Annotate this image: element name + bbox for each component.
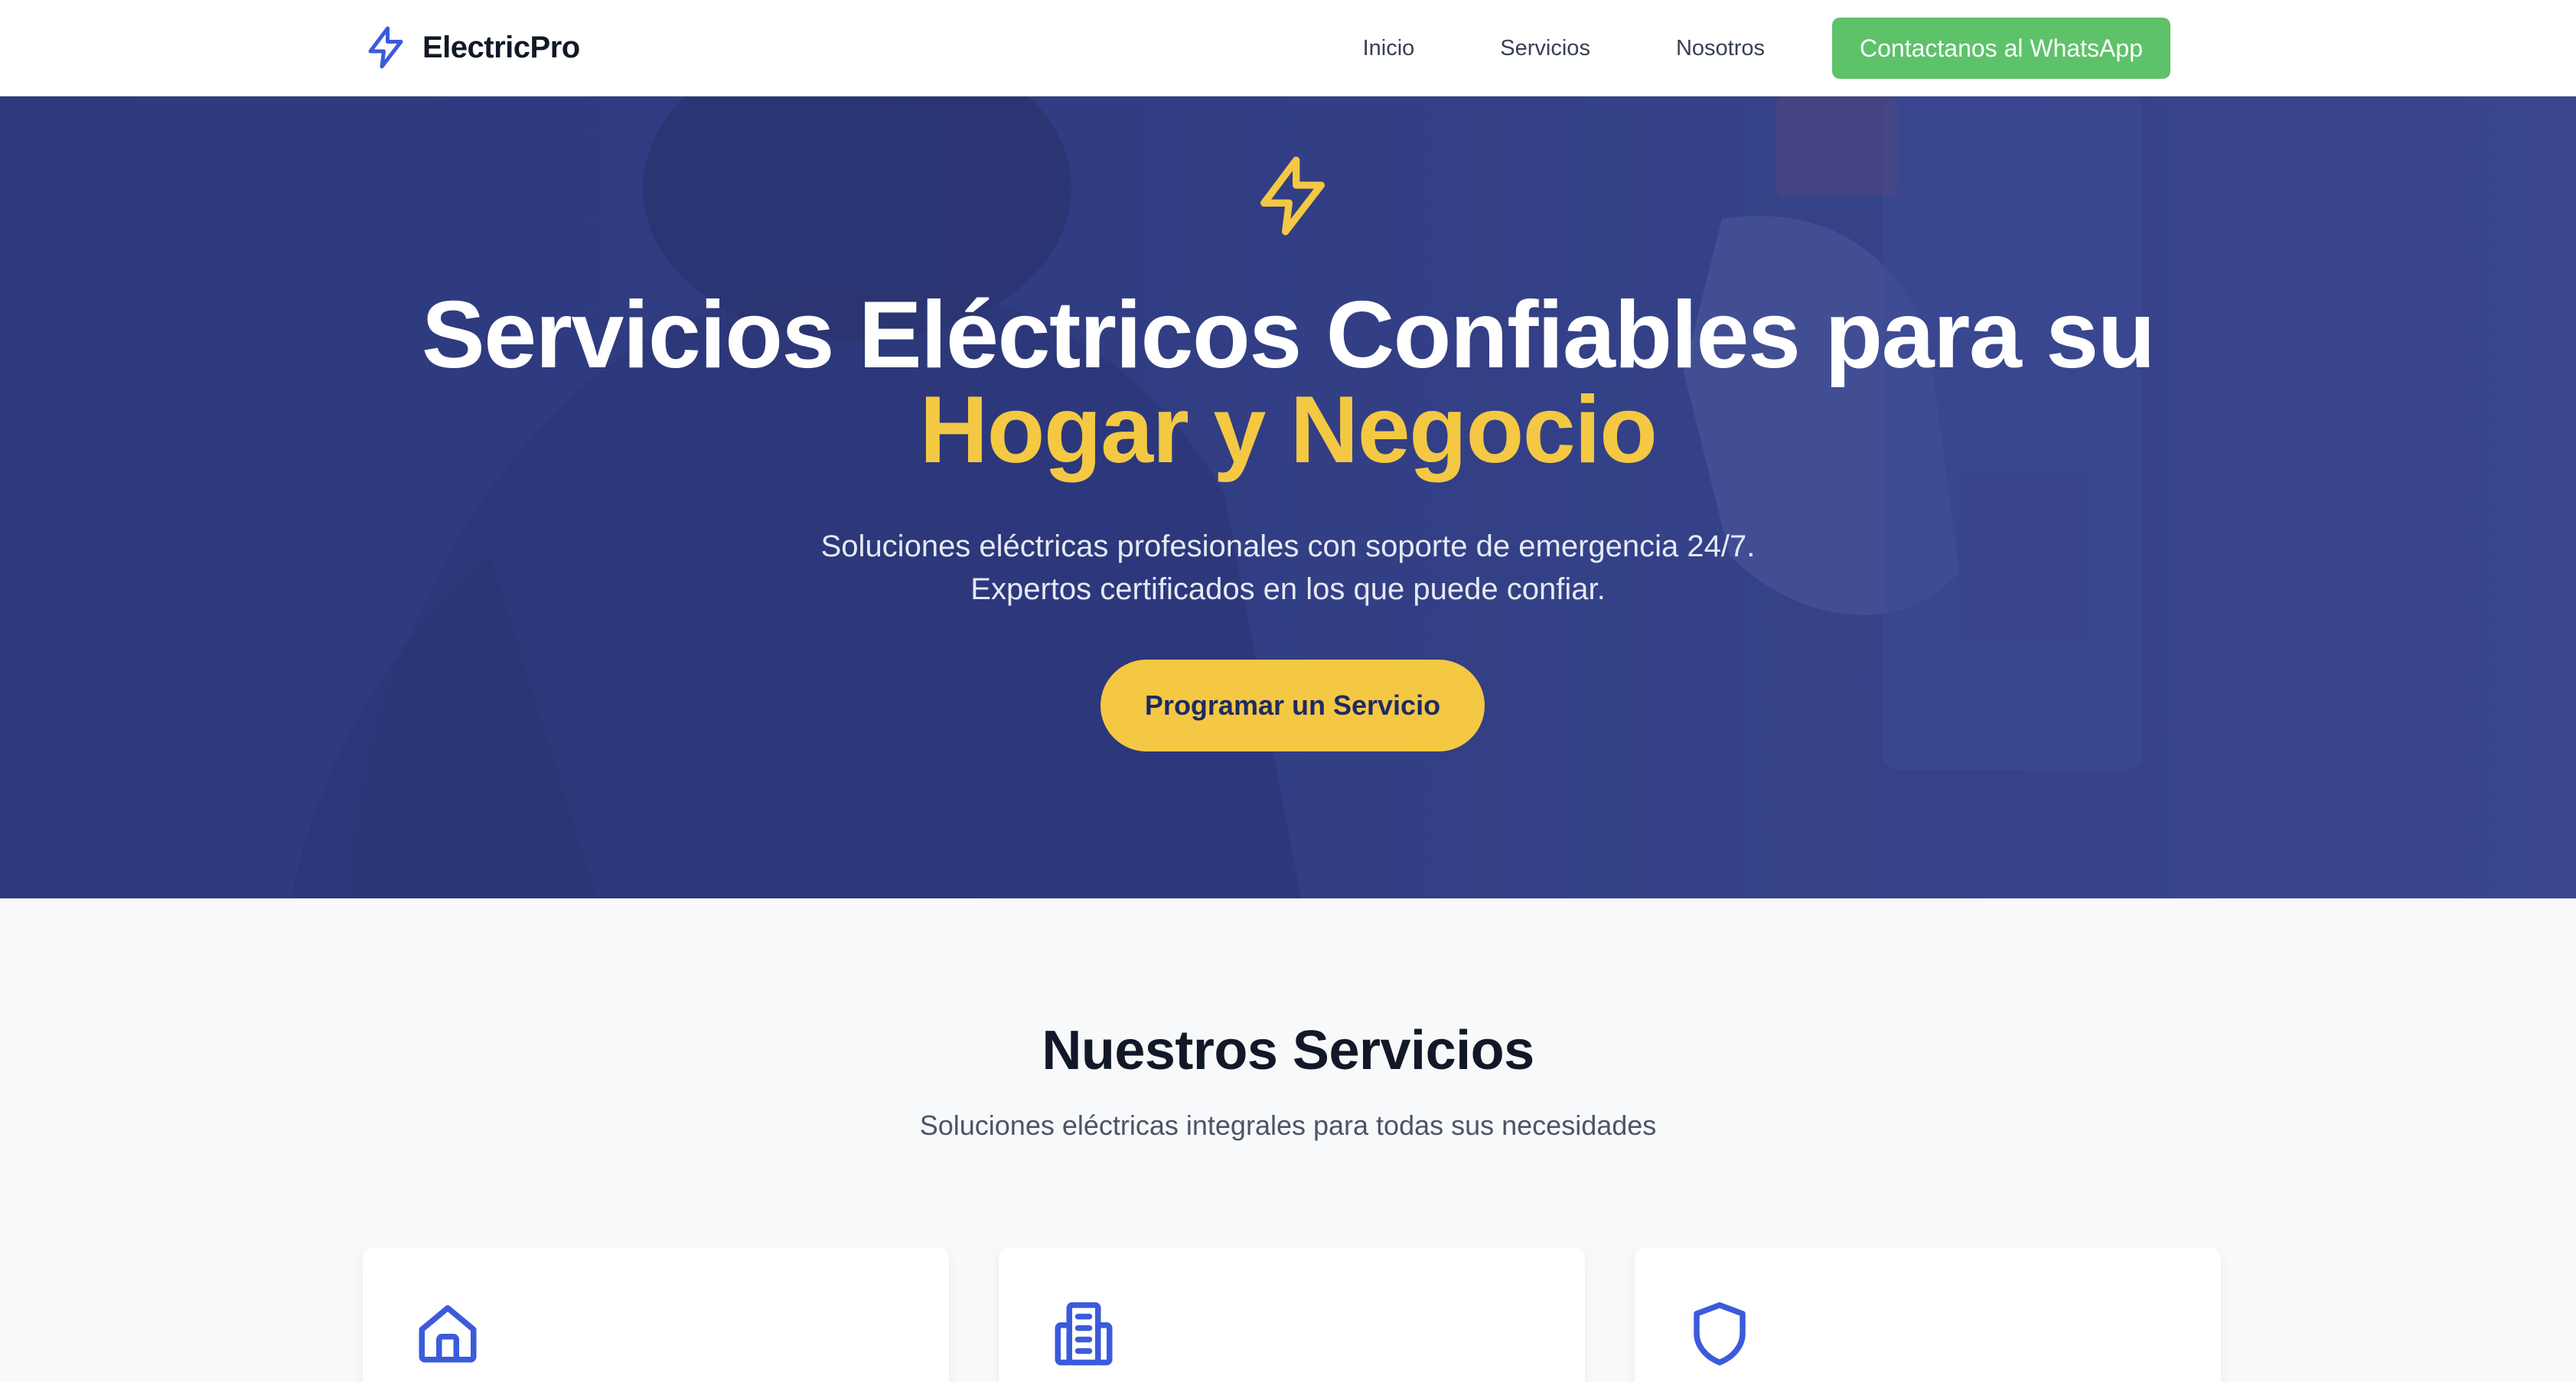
- navbar: ElectricPro Inicio Servicios Nosotros Co…: [0, 0, 2576, 96]
- main-nav: Inicio Servicios Nosotros Contactanos al…: [1363, 0, 2170, 96]
- hero-subtitle-line-2: Expertos certificados en los que puede c…: [970, 572, 1606, 606]
- service-card-building[interactable]: [999, 1247, 1585, 1382]
- hero-subtitle-line-1: Soluciones eléctricas profesionales con …: [820, 530, 1756, 563]
- lightning-bolt-icon: [368, 26, 403, 69]
- hero-subtitle: Soluciones eléctricas profesionales con …: [0, 525, 2576, 611]
- lightning-bolt-icon: [1260, 156, 1325, 236]
- services-subtitle: Soluciones eléctricas integrales para to…: [919, 1110, 1657, 1141]
- hero-title: Servicios Eléctricos Confiables para su: [421, 282, 2156, 388]
- home-icon: [419, 1305, 477, 1363]
- building-icon: [1055, 1302, 1113, 1366]
- hero-section: Servicios Eléctricos Confiables para su …: [0, 96, 2576, 898]
- shield-icon: [1694, 1302, 1746, 1366]
- nav-link-nosotros[interactable]: Nosotros: [1676, 36, 1765, 61]
- brand-name: ElectricPro: [422, 30, 580, 64]
- service-card-security[interactable]: [1635, 1247, 2221, 1382]
- whatsapp-contact-button[interactable]: Contactanos al WhatsApp: [1832, 18, 2170, 79]
- services-title: Nuestros Servicios: [1042, 1020, 1534, 1081]
- nav-link-servicios[interactable]: Servicios: [1500, 36, 1590, 61]
- service-card-home[interactable]: [363, 1247, 949, 1382]
- nav-link-inicio[interactable]: Inicio: [1363, 36, 1415, 61]
- brand-logo[interactable]: ElectricPro: [363, 21, 580, 73]
- schedule-service-button[interactable]: Programar un Servicio: [1101, 660, 1485, 751]
- services-section: Nuestros Servicios Soluciones eléctricas…: [0, 898, 2576, 1382]
- hero-title-highlight: Hogar y Negocio: [919, 377, 1658, 483]
